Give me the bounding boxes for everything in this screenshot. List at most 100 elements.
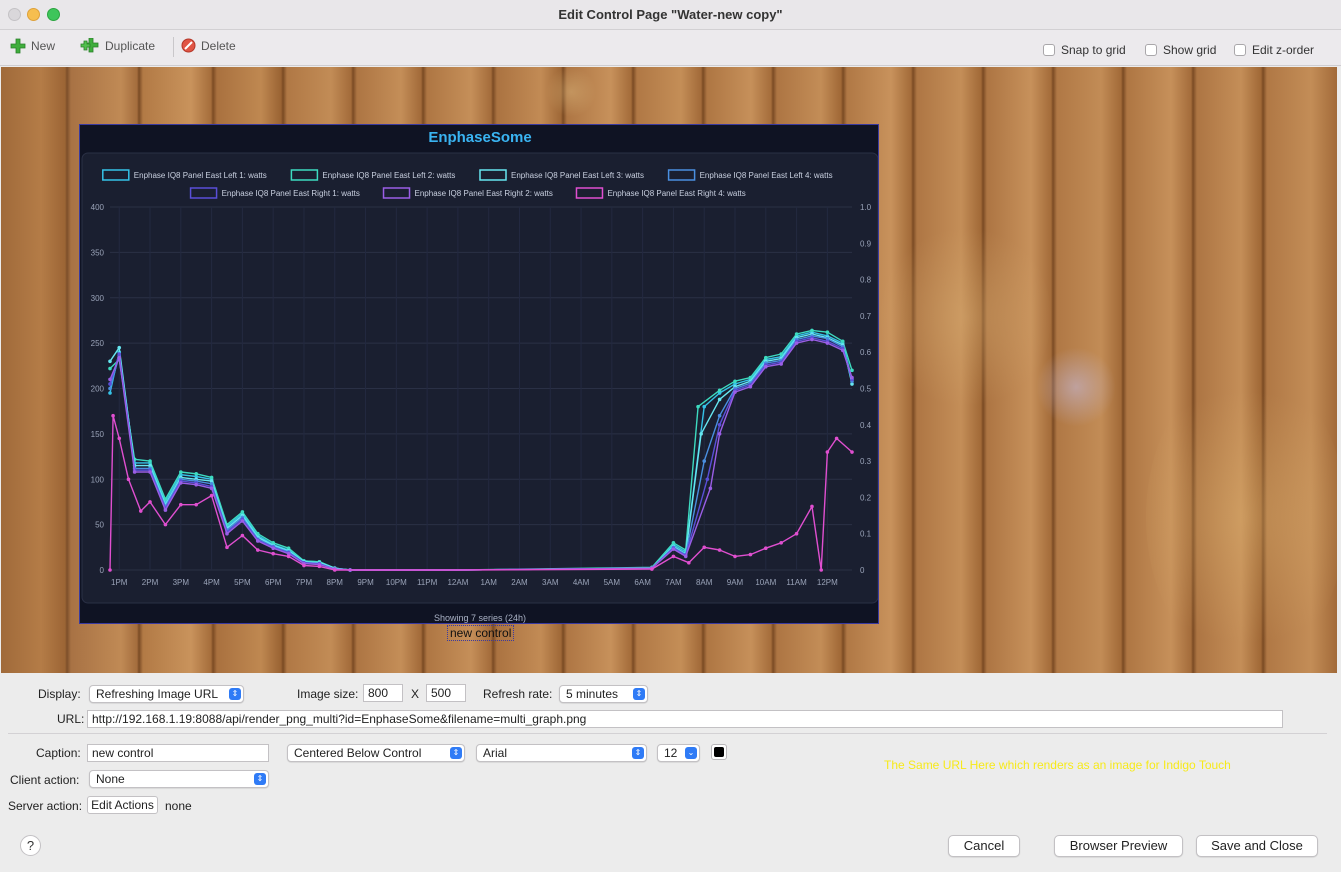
data-point <box>794 531 799 536</box>
data-point <box>834 436 839 441</box>
data-point <box>111 413 115 418</box>
x-tick-label: 7PM <box>296 578 313 587</box>
x-tick-label: 6AM <box>634 578 651 587</box>
caption-field[interactable]: new control <box>87 744 269 762</box>
x-tick-label: 12AM <box>447 578 468 587</box>
data-point <box>225 531 229 536</box>
refresh-rate-select[interactable]: 5 minutes ⇕ <box>559 685 648 703</box>
font-select[interactable]: Arial ⇕ <box>476 744 647 762</box>
lens-flare <box>546 67 596 117</box>
show-grid-checkbox[interactable]: Show grid <box>1145 43 1216 57</box>
y2-tick-label: 0.3 <box>860 457 872 466</box>
data-point <box>671 540 676 545</box>
help-button[interactable]: ? <box>20 835 41 856</box>
checkbox-box[interactable] <box>1234 44 1246 56</box>
save-and-close-button[interactable]: Save and Close <box>1196 835 1318 857</box>
caption-color-well[interactable] <box>711 744 727 760</box>
data-point <box>671 547 676 551</box>
x-tick-label: 3PM <box>173 578 190 587</box>
control-caption[interactable]: new control <box>447 625 515 641</box>
display-select-value: Refreshing Image URL <box>96 687 219 701</box>
y2-tick-label: 0.9 <box>860 239 872 248</box>
chevron-updown-icon: ⇕ <box>254 773 266 785</box>
data-point <box>179 481 183 485</box>
x-tick-label: 6PM <box>265 578 282 587</box>
edit-z-order-label: Edit z-order <box>1252 43 1315 57</box>
x-tick-label: 5PM <box>234 578 251 587</box>
control-page-canvas[interactable]: EnphaseSome Enphase IQ8 Panel East Left … <box>1 67 1337 673</box>
x-tick-label: 4PM <box>203 578 220 587</box>
new-button[interactable]: New <box>10 38 55 54</box>
data-point <box>179 502 183 507</box>
x-tick-label: 4AM <box>573 578 590 587</box>
x-tick-label: 3AM <box>542 578 559 587</box>
data-point <box>126 477 131 482</box>
data-point <box>117 345 122 350</box>
new-button-label: New <box>31 39 56 53</box>
refresh-rate-label: Refresh rate: <box>483 687 553 701</box>
chart: EnphaseSome Enphase IQ8 Panel East Left … <box>80 125 878 623</box>
edit-z-order-checkbox[interactable]: Edit z-order <box>1234 43 1314 57</box>
data-point <box>763 364 768 369</box>
chevron-updown-icon: ⇕ <box>229 688 241 700</box>
data-point <box>225 545 229 550</box>
data-point <box>708 486 713 491</box>
data-point <box>702 404 707 409</box>
data-point <box>840 339 845 344</box>
y-tick-label: 300 <box>91 294 105 303</box>
image-height-field[interactable]: 500 <box>426 684 466 702</box>
cancel-button[interactable]: Cancel <box>948 835 1020 857</box>
refreshing-image-control[interactable]: EnphaseSome Enphase IQ8 Panel East Left … <box>79 124 879 624</box>
data-point <box>819 568 824 572</box>
data-point <box>108 377 112 382</box>
data-point <box>132 470 137 474</box>
url-field[interactable]: http://192.168.1.19:8088/api/render_png_… <box>87 710 1283 728</box>
display-select[interactable]: Refreshing Image URL ⇕ <box>89 685 244 703</box>
duplicate-button[interactable]: Duplicate <box>80 38 155 54</box>
data-point <box>733 390 737 394</box>
data-point <box>748 552 753 557</box>
delete-icon <box>181 38 196 53</box>
chevron-updown-icon: ⇕ <box>633 688 645 700</box>
checkbox-box[interactable] <box>1043 44 1055 56</box>
delete-button[interactable]: Delete <box>181 38 236 53</box>
x-tick-label: 2PM <box>142 578 159 587</box>
server-action-value: none <box>165 799 192 813</box>
data-point <box>209 493 214 498</box>
x-tick-label: 1PM <box>111 578 128 587</box>
data-point <box>163 508 168 512</box>
x-tick-label: 10AM <box>755 578 776 587</box>
data-point <box>108 386 112 391</box>
caption-label: Caption: <box>36 746 81 760</box>
font-size-select[interactable]: 12 ⌄ <box>657 744 700 762</box>
data-point <box>255 539 260 543</box>
caption-position-select[interactable]: Centered Below Control ⇕ <box>287 744 465 762</box>
delete-button-label: Delete <box>201 38 236 53</box>
y-tick-label: 350 <box>91 248 105 257</box>
data-point <box>717 397 722 402</box>
data-point <box>794 332 799 336</box>
snap-to-grid-checkbox[interactable]: Snap to grid <box>1043 43 1126 57</box>
data-point <box>671 554 676 559</box>
x-tick-label: 8PM <box>327 578 344 587</box>
data-point <box>763 546 768 551</box>
y2-tick-label: 0 <box>860 566 865 575</box>
image-width-field[interactable]: 800 <box>363 684 403 702</box>
client-action-value: None <box>96 772 125 786</box>
data-point <box>687 560 691 565</box>
data-point <box>117 355 122 360</box>
chevron-down-icon: ⌄ <box>685 747 697 759</box>
edit-actions-button[interactable]: Edit Actions <box>87 796 158 814</box>
data-point <box>650 567 654 571</box>
data-point <box>825 330 830 335</box>
x-tick-label: 1AM <box>480 578 497 587</box>
data-point <box>850 450 854 454</box>
checkbox-box[interactable] <box>1145 44 1157 56</box>
duplicate-plus-icon <box>80 38 99 53</box>
y2-tick-label: 0.8 <box>860 276 872 285</box>
browser-preview-button[interactable]: Browser Preview <box>1054 835 1183 857</box>
client-action-select[interactable]: None ⇕ <box>89 770 269 788</box>
data-point <box>779 362 783 366</box>
data-point <box>317 564 322 569</box>
x-tick-label: 2AM <box>511 578 528 587</box>
